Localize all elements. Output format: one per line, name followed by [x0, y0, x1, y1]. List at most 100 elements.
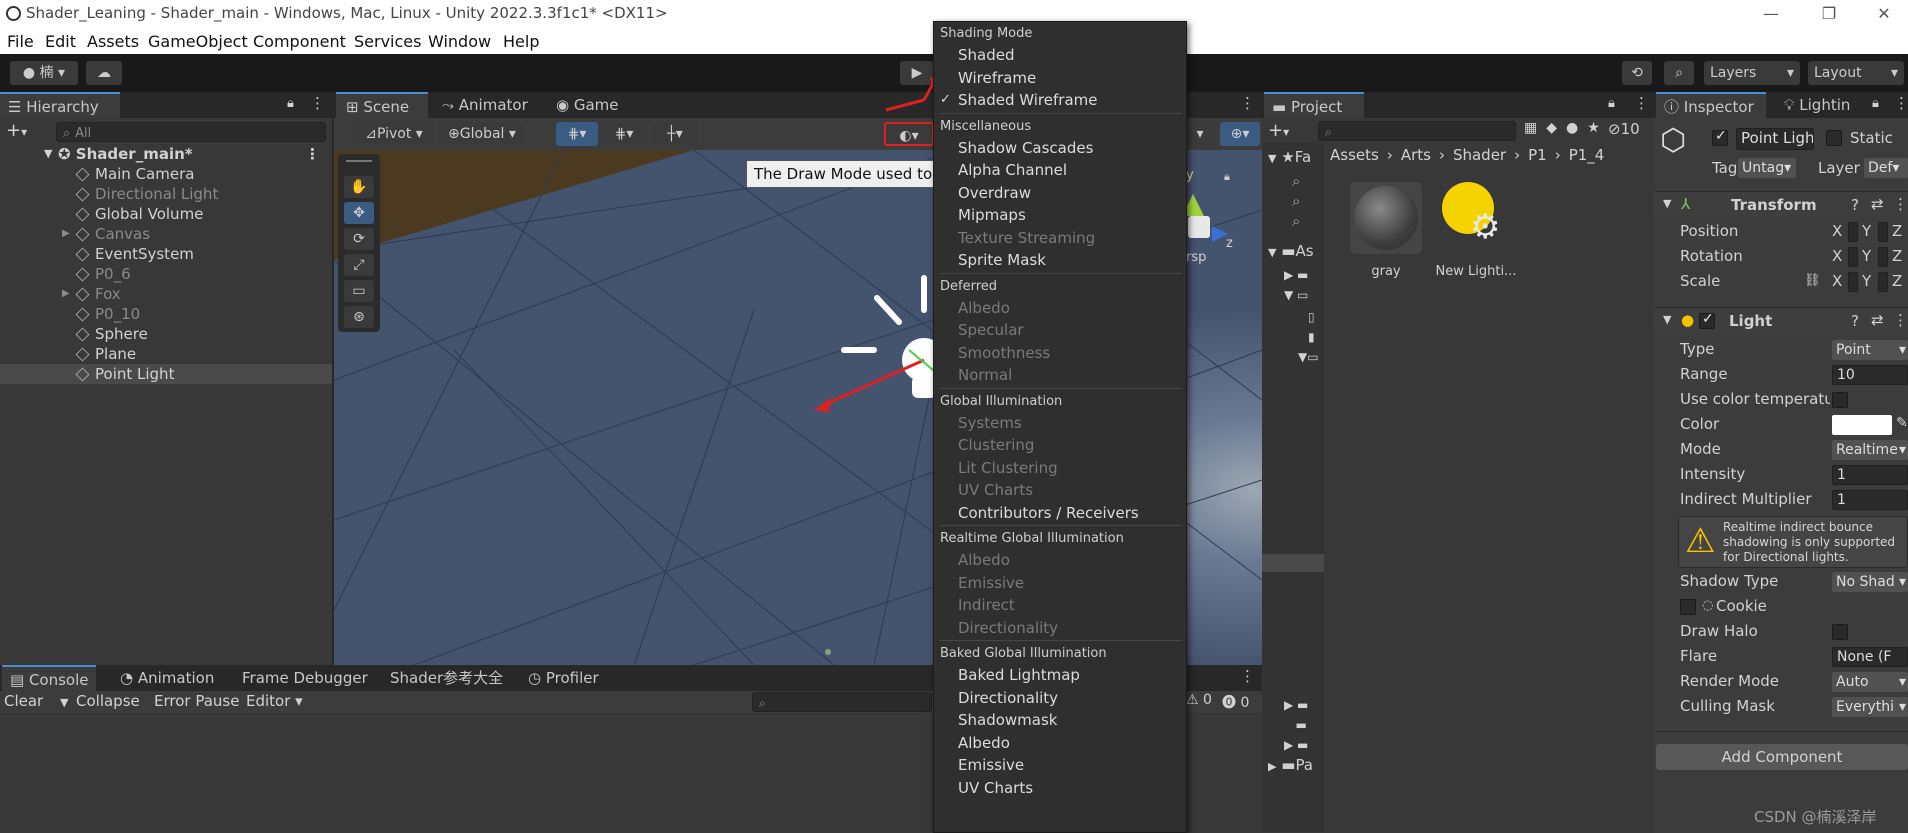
menu-item[interactable]: UV Charts [934, 777, 1186, 799]
grid-snap-toggle[interactable]: ⋕▾ [556, 122, 598, 146]
project-search-input[interactable]: ⌕ [1318, 121, 1516, 141]
light-enabled-checkbox[interactable] [1699, 311, 1715, 329]
tab-game[interactable]: ◉ Game [556, 92, 636, 118]
help-icon[interactable]: ? [1851, 196, 1859, 214]
menu-edit[interactable]: Edit [45, 32, 76, 51]
light-field-input[interactable]: None (F [1832, 647, 1908, 667]
add-component-button[interactable]: Add Component [1656, 744, 1908, 770]
light-field-dropdown[interactable]: No Shad ▾ [1832, 572, 1908, 592]
more-options-icon[interactable]: ⋮ [1893, 311, 1908, 329]
tree-folder[interactable]: ▮ [1308, 330, 1315, 344]
tree-packages[interactable]: ▶ ▬Pa [1268, 756, 1313, 774]
tag-dropdown[interactable]: Untag▾ [1738, 158, 1796, 178]
light-field-input[interactable]: 1 [1832, 465, 1908, 485]
menu-assets[interactable]: Assets [87, 32, 139, 51]
axis-value-input[interactable] [1848, 222, 1858, 242]
menu-component[interactable]: Component [253, 32, 346, 51]
layer-dropdown[interactable]: Def▾ [1864, 158, 1908, 178]
hierarchy-item[interactable]: Sphere [0, 324, 332, 344]
more-options-icon[interactable]: ⋮ [1894, 94, 1908, 112]
menu-item[interactable]: Shaded [934, 44, 1186, 66]
drag-handle[interactable] [346, 160, 372, 162]
light-field-checkbox[interactable] [1832, 392, 1848, 408]
close-button[interactable]: ✕ [1860, 0, 1908, 27]
tree-selected-row[interactable] [1262, 554, 1324, 572]
tab-project[interactable]: ▬ Project [1264, 92, 1364, 118]
hierarchy-item[interactable]: P0_6 [0, 264, 332, 284]
tab-animation[interactable]: ◔ Animation [120, 665, 238, 691]
chevron-right-icon[interactable]: ▶ [62, 224, 70, 244]
hierarchy-item[interactable]: Main Camera [0, 164, 332, 184]
preset-icon[interactable]: ⇄ [1871, 311, 1884, 329]
error-pause-button[interactable]: Error Pause [154, 692, 239, 710]
tab-hierarchy[interactable]: ☰ Hierarchy [0, 92, 120, 118]
more-options-icon[interactable]: ⋮ [1893, 195, 1908, 213]
light-field-input[interactable]: 10 [1832, 365, 1908, 385]
menu-item[interactable]: Wireframe [934, 67, 1186, 89]
tree-folder[interactable]: ▯ [1308, 310, 1315, 324]
menu-item[interactable]: Baked Lightmap [934, 664, 1186, 686]
menu-file[interactable]: File [7, 32, 34, 51]
editor-dropdown[interactable]: Editor ▾ [246, 692, 303, 710]
scene-root-item[interactable]: ▼ ✪ Shader_main* ⋮ [0, 144, 332, 164]
hierarchy-item[interactable]: ▶ Canvas [0, 224, 332, 244]
light-header[interactable]: ▼ ● Light ? ⇄ ⋮ [1655, 307, 1908, 333]
clear-button[interactable]: Clear ▼ [4, 692, 68, 710]
menu-item[interactable]: Contributors / Receivers [934, 502, 1186, 524]
menu-item[interactable]: Shadowmask [934, 709, 1186, 731]
lock-icon[interactable]: 🔒︎ [1224, 170, 1230, 184]
minimize-button[interactable]: — [1747, 0, 1795, 27]
increment-snap-toggle[interactable]: ⋕▾ [602, 122, 646, 146]
axis-value-input[interactable] [1848, 247, 1858, 267]
tree-assets[interactable]: ▼ ▬As [1268, 242, 1314, 260]
menu-item[interactable]: Overdraw [934, 182, 1186, 204]
layout-dropdown[interactable]: Layout ▾ [1808, 61, 1904, 85]
account-dropdown[interactable]: ● 楠 ▾ [10, 61, 78, 85]
create-asset-button[interactable]: +▾ [1268, 120, 1289, 141]
menu-item[interactable]: Shadow Cascades [934, 137, 1186, 159]
light-field-dropdown[interactable]: Auto ▾ [1832, 672, 1908, 692]
info-icon[interactable]: ● [1566, 120, 1587, 136]
rotate-tool-button[interactable]: ⟳ [344, 228, 374, 250]
hierarchy-item[interactable]: EventSystem [0, 244, 332, 264]
tab-profiler[interactable]: ◷ Profiler [528, 665, 618, 691]
asset-tile-lighting[interactable]: ⚙ New Lighti... [1434, 182, 1518, 292]
lock-icon[interactable]: 🔒︎ [1608, 96, 1615, 111]
rect-tool-button[interactable]: ▭ [344, 280, 374, 302]
scale-tool-button[interactable]: ⤢ [344, 254, 374, 276]
tree-folder[interactable]: ▶ ▬ [1284, 268, 1308, 282]
breadcrumb-p1-4[interactable]: P1_4 [1569, 146, 1605, 164]
history-button[interactable]: ⟲ [1622, 61, 1652, 85]
grid-visibility-toggle[interactable]: ┼▾ [652, 122, 698, 146]
hierarchy-item[interactable]: Point Light [0, 364, 332, 384]
label-icon[interactable]: ◆ [1546, 120, 1566, 136]
menu-item[interactable]: Mipmaps [934, 204, 1186, 226]
hierarchy-item[interactable]: Directional Light [0, 184, 332, 204]
hidden-count[interactable]: ⊘10 [1608, 120, 1640, 138]
more-options-icon[interactable]: ⋮ [1634, 94, 1649, 112]
object-name-input[interactable]: Point Ligh [1736, 128, 1814, 150]
static-checkbox[interactable] [1826, 130, 1842, 146]
filter-type-icon[interactable]: ▦ [1524, 120, 1546, 136]
hierarchy-item[interactable]: Plane [0, 344, 332, 364]
axis-value-input[interactable] [1878, 247, 1888, 267]
active-checkbox[interactable] [1712, 128, 1728, 146]
breadcrumb-arts[interactable]: Arts [1401, 146, 1431, 164]
asset-tile-gray[interactable]: gray [1346, 182, 1426, 292]
eyedropper-icon[interactable]: ✎ [1896, 415, 1908, 431]
menu-help[interactable]: Help [503, 32, 539, 51]
breadcrumb-assets[interactable]: Assets [1330, 146, 1379, 164]
light-field-dropdown[interactable]: Point ▾ [1832, 340, 1908, 360]
preset-icon[interactable]: ⇄ [1871, 195, 1884, 213]
tree-folder[interactable]: ▬ [1284, 718, 1306, 732]
search-button[interactable]: ⌕ [1664, 61, 1694, 85]
transform-tool-button[interactable]: ⊛ [344, 306, 374, 328]
move-tool-button[interactable]: ✥ [344, 202, 374, 224]
hierarchy-item[interactable]: ▶ Fox [0, 284, 332, 304]
menu-item[interactable]: Sprite Mask [934, 249, 1186, 271]
tree-folder[interactable]: ▶ ▬ [1284, 738, 1308, 752]
menu-services[interactable]: Services [354, 32, 421, 51]
view-options-dropdown[interactable]: ▾ [1186, 122, 1214, 146]
tab-console[interactable]: ▤ Console [2, 665, 96, 691]
gizmos-toggle[interactable]: ⊕▾ [1220, 122, 1260, 146]
